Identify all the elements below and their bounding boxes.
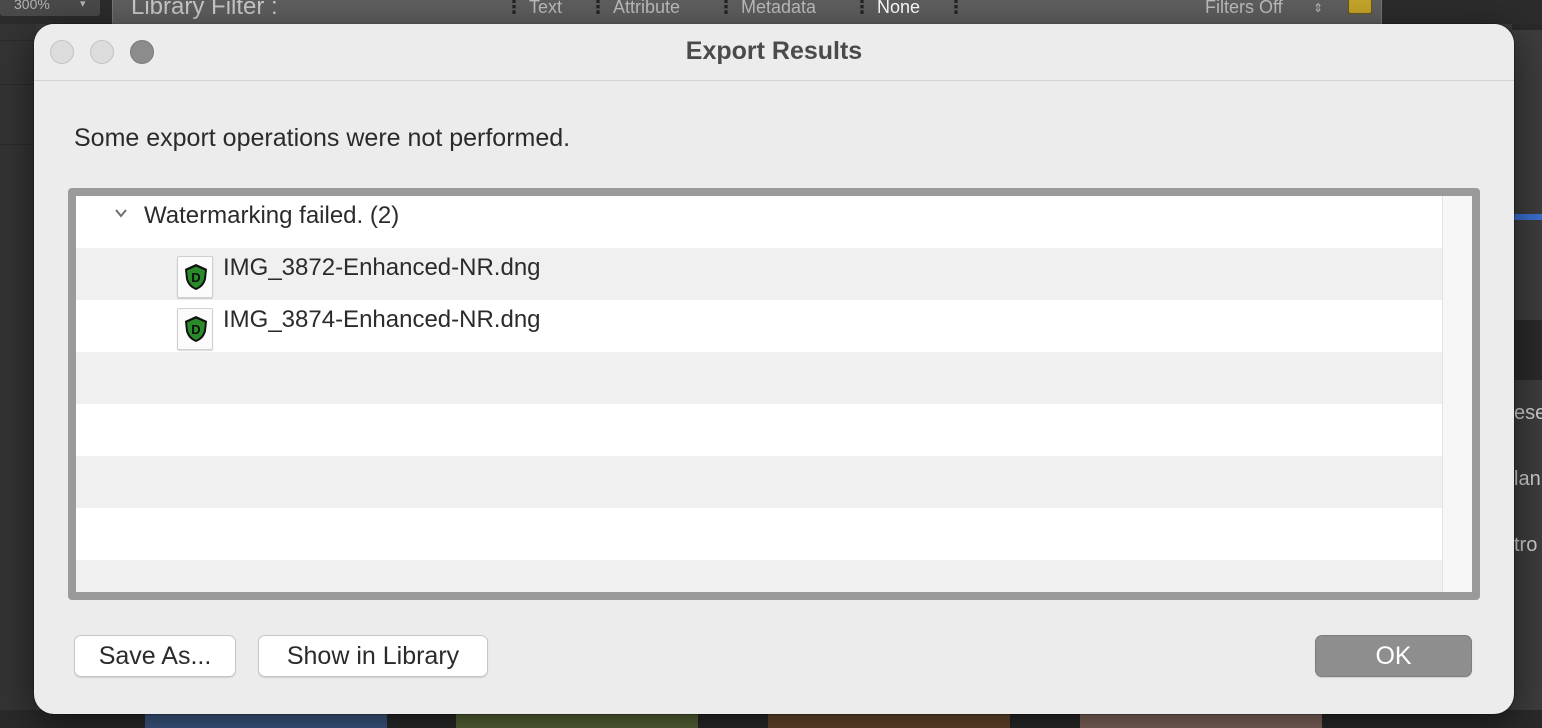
filter-attribute-option[interactable]: Attribute bbox=[613, 0, 680, 18]
dxo-file-icon: D bbox=[177, 256, 213, 298]
right-panel-label: ese bbox=[1514, 402, 1542, 424]
filter-separator: ⋮ bbox=[589, 0, 607, 17]
results-list-frame: Watermarking failed. (2) D IMG_3872-Enha… bbox=[68, 188, 1480, 600]
empty-row bbox=[76, 508, 1442, 560]
updown-chevron-icon: ⇕ bbox=[1313, 1, 1324, 15]
list-item[interactable]: D IMG_3872-Enhanced-NR.dng bbox=[76, 248, 1442, 300]
file-name: IMG_3872-Enhanced-NR.dng bbox=[223, 254, 541, 281]
results-list[interactable]: Watermarking failed. (2) D IMG_3872-Enha… bbox=[76, 196, 1472, 592]
right-panel-edge: ese lan tro bbox=[1512, 24, 1542, 728]
divider bbox=[0, 144, 36, 145]
filter-separator: ⋮ bbox=[717, 0, 735, 17]
filter-separator: ⋮ bbox=[505, 0, 523, 17]
lock-icon[interactable] bbox=[1348, 0, 1372, 14]
export-results-dialog: Export Results Some export operations we… bbox=[34, 24, 1514, 714]
list-item[interactable]: D IMG_3874-Enhanced-NR.dng bbox=[76, 300, 1442, 352]
dialog-title: Export Results bbox=[685, 37, 863, 65]
result-group-row[interactable]: Watermarking failed. (2) bbox=[76, 196, 1442, 248]
svg-text:D: D bbox=[191, 270, 200, 285]
chevron-down-icon: ▾ bbox=[80, 0, 86, 10]
dialog-message: Some export operations were not performe… bbox=[74, 124, 571, 152]
file-name: IMG_3874-Enhanced-NR.dng bbox=[223, 306, 541, 333]
dxo-file-icon: D bbox=[177, 308, 213, 350]
filter-separator: ⋮ bbox=[853, 0, 871, 17]
filter-metadata-option[interactable]: Metadata bbox=[741, 0, 816, 18]
left-panel-edge bbox=[0, 24, 36, 728]
show-in-library-button[interactable]: Show in Library bbox=[258, 635, 488, 677]
panel-block bbox=[1512, 320, 1542, 380]
empty-row bbox=[76, 404, 1442, 456]
empty-row bbox=[76, 352, 1442, 404]
empty-row bbox=[76, 560, 1442, 592]
ok-button[interactable]: OK bbox=[1315, 635, 1472, 677]
panel-block bbox=[1512, 24, 1542, 30]
filter-text-option[interactable]: Text bbox=[529, 0, 562, 18]
filter-none-option[interactable]: None bbox=[877, 0, 920, 18]
filmstrip-thumbnail[interactable] bbox=[1080, 714, 1322, 728]
filmstrip-thumbnail[interactable] bbox=[456, 714, 698, 728]
save-as-button[interactable]: Save As... bbox=[74, 635, 236, 677]
scrollbar-gutter[interactable] bbox=[1442, 196, 1472, 592]
divider bbox=[0, 40, 36, 41]
filmstrip-thumbnail[interactable] bbox=[768, 714, 1010, 728]
library-filter-bar: Library Filter : ⋮ Text ⋮ Attribute ⋮ Me… bbox=[112, 0, 1382, 24]
filter-separator: ⋮ bbox=[947, 0, 965, 17]
empty-row bbox=[76, 456, 1442, 508]
filters-off-select[interactable]: Filters Off bbox=[1205, 0, 1283, 18]
histogram-fragment bbox=[1514, 214, 1542, 220]
zoom-label: 300% bbox=[14, 0, 50, 12]
result-group-label: Watermarking failed. (2) bbox=[144, 202, 400, 229]
zoom-select[interactable]: 300% ▾ bbox=[0, 0, 100, 16]
svg-text:D: D bbox=[191, 322, 200, 337]
chevron-down-icon[interactable] bbox=[114, 206, 128, 220]
library-filter-title: Library Filter : bbox=[131, 0, 278, 20]
filmstrip-thumbnail[interactable] bbox=[145, 714, 387, 728]
right-panel-label: tro bbox=[1514, 534, 1538, 556]
right-panel-label: lan bbox=[1514, 468, 1541, 490]
dialog-titlebar: Export Results bbox=[34, 24, 1514, 81]
divider bbox=[0, 84, 36, 85]
